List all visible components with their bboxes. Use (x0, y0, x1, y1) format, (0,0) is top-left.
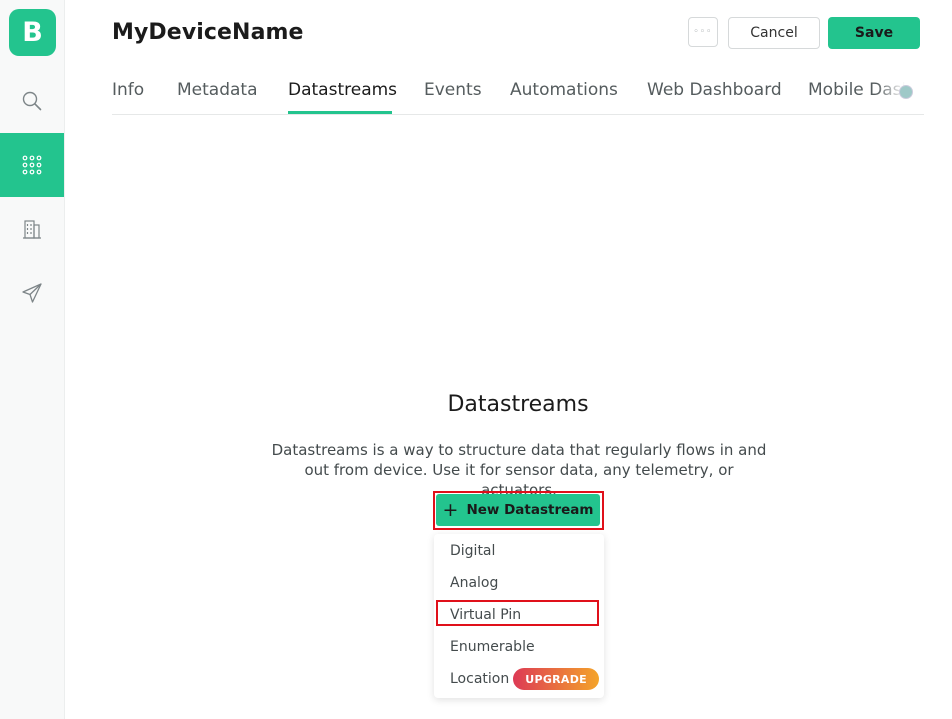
menu-item-label: Location (450, 671, 510, 687)
cancel-button[interactable]: Cancel (728, 17, 820, 49)
tabs-scroll-indicator[interactable] (899, 85, 913, 99)
tab-automations[interactable]: Automations (510, 80, 618, 100)
paper-plane-icon (22, 283, 42, 303)
tab-events[interactable]: Events (424, 80, 482, 100)
menu-item-label: Enumerable (450, 639, 535, 655)
empty-state-title: Datastreams (447, 392, 589, 417)
menu-item-label: Analog (450, 575, 499, 591)
more-options-button[interactable]: ◦◦◦ (688, 17, 718, 47)
menu-item-analog[interactable]: Analog (450, 575, 498, 591)
menu-item-label: Digital (450, 543, 496, 559)
tab-web-dashboard[interactable]: Web Dashboard (647, 80, 782, 100)
tab-bar: Info Metadata Datastreams Events Automat… (112, 66, 924, 115)
blynk-logo[interactable]: B (9, 9, 56, 56)
menu-item-digital[interactable]: Digital (450, 543, 495, 559)
search-icon (22, 91, 42, 111)
tab-datastreams[interactable]: Datastreams (288, 80, 397, 100)
grid-icon (22, 155, 42, 175)
highlight-box-virtual-pin (436, 600, 599, 626)
sidebar-item-organizations[interactable] (0, 197, 64, 261)
highlight-box-new-datastream (433, 491, 604, 530)
menu-item-enumerable[interactable]: Enumerable (450, 639, 535, 655)
building-icon (23, 220, 41, 239)
tab-metadata[interactable]: Metadata (177, 80, 258, 100)
active-tab-indicator (288, 111, 392, 114)
page-title: MyDeviceName (112, 20, 304, 45)
menu-item-location[interactable]: Location UPGRADE (450, 668, 599, 690)
upgrade-badge[interactable]: UPGRADE (513, 668, 599, 690)
sidebar-item-search[interactable] (0, 69, 64, 133)
sidebar-item-messages[interactable] (0, 261, 64, 325)
save-button[interactable]: Save (828, 17, 920, 49)
sidebar-item-devices[interactable] (0, 133, 64, 197)
tab-info[interactable]: Info (112, 80, 144, 100)
sidebar: B (0, 0, 65, 719)
